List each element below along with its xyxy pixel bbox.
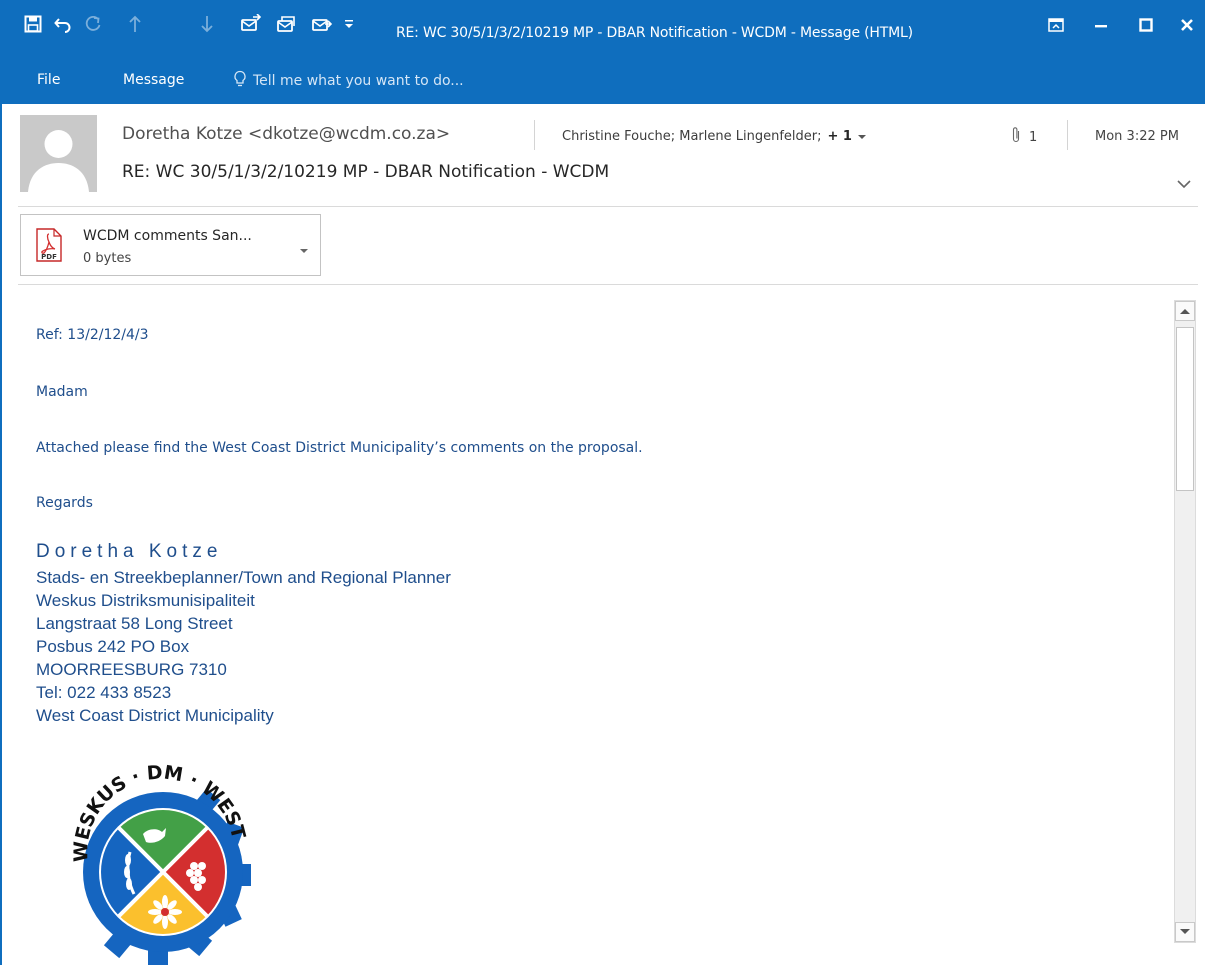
- title-bar: RE: WC 30/5/1/3/2/10219 MP - DBAR Notifi…: [0, 0, 1205, 58]
- reply-all-icon[interactable]: [276, 13, 298, 35]
- save-icon[interactable]: [22, 13, 44, 35]
- next-item-icon[interactable]: [196, 13, 218, 35]
- tab-message[interactable]: Message: [123, 72, 184, 88]
- tell-me-search[interactable]: Tell me what you want to do...: [233, 70, 464, 92]
- scroll-up-icon[interactable]: [1175, 301, 1195, 321]
- signature-line: Langstraat 58 Long Street: [36, 614, 233, 633]
- header-divider: [534, 120, 535, 150]
- scroll-down-icon[interactable]: [1175, 922, 1195, 942]
- maximize-icon[interactable]: [1133, 12, 1159, 38]
- paperclip-icon: [1011, 126, 1021, 148]
- attachment-dropdown-icon[interactable]: [300, 239, 308, 258]
- message-subject: RE: WC 30/5/1/3/2/10219 MP - DBAR Notifi…: [122, 162, 610, 182]
- forward-icon[interactable]: [311, 13, 333, 35]
- closing: Regards: [36, 495, 93, 511]
- recipients-list[interactable]: Christine Fouche; Marlene Lingenfelder; …: [562, 129, 866, 144]
- lightbulb-icon: [233, 70, 247, 92]
- body-paragraph: Attached please find the West Coast Dist…: [36, 440, 643, 456]
- vertical-scrollbar[interactable]: [1174, 300, 1196, 943]
- svg-text:PDF: PDF: [41, 253, 57, 261]
- window-title: RE: WC 30/5/1/3/2/10219 MP - DBAR Notifi…: [396, 25, 913, 41]
- attachment-indicator: 1: [1011, 126, 1037, 148]
- attachment-count: 1: [1029, 129, 1038, 145]
- pdf-file-icon: PDF: [36, 228, 62, 266]
- close-icon[interactable]: [1174, 12, 1200, 38]
- header-separator: [18, 206, 1198, 207]
- sender-name[interactable]: Doretha Kotze <dkotze@wcdm.co.za>: [122, 124, 450, 144]
- attachment-name: WCDM comments San...: [83, 228, 252, 244]
- header-divider: [1067, 120, 1068, 150]
- signature-line: Weskus Distriksmunisipaliteit: [36, 591, 255, 610]
- customize-dropdown-icon[interactable]: [342, 13, 356, 35]
- scrollbar-thumb[interactable]: [1176, 327, 1194, 491]
- signature-line: Tel: 022 433 8523: [36, 683, 172, 702]
- redo-icon[interactable]: [82, 13, 104, 35]
- window-left-border: [0, 104, 2, 965]
- signature-line: Stads- en Streekbeplanner/Town and Regio…: [36, 568, 451, 587]
- salutation: Madam: [36, 384, 88, 400]
- tab-file[interactable]: File: [37, 72, 60, 88]
- signature-name: Doretha Kotze: [36, 541, 223, 562]
- signature-line: West Coast District Municipality: [36, 706, 274, 725]
- reference-line: Ref: 13/2/12/4/3: [36, 327, 149, 343]
- signature-line: Posbus 242 PO Box: [36, 637, 190, 656]
- undo-icon[interactable]: [52, 13, 74, 35]
- ribbon-tabs: File Message Tell me what you want to do…: [0, 58, 1205, 104]
- previous-item-icon[interactable]: [124, 13, 146, 35]
- chevron-down-icon[interactable]: [857, 129, 866, 144]
- avatar[interactable]: [20, 115, 97, 192]
- signature-line: MOORREESBURG 7310: [36, 660, 227, 679]
- recipients-text: Christine Fouche; Marlene Lingenfelder;: [562, 129, 822, 144]
- tell-me-placeholder: Tell me what you want to do...: [253, 73, 464, 89]
- attachment-size: 0 bytes: [83, 251, 132, 266]
- attachment-item[interactable]: PDF WCDM comments San... 0 bytes: [20, 214, 321, 276]
- more-recipients[interactable]: + 1: [827, 129, 851, 144]
- reply-icon[interactable]: [240, 13, 262, 35]
- minimize-icon[interactable]: [1088, 12, 1114, 38]
- received-date: Mon 3:22 PM: [1095, 129, 1179, 144]
- expand-header-icon[interactable]: [1175, 175, 1193, 193]
- municipality-logo: WESKUS · DM · WEST COAST: [40, 735, 262, 965]
- ribbon-display-options-icon[interactable]: [1043, 12, 1069, 38]
- attachment-separator: [18, 284, 1198, 285]
